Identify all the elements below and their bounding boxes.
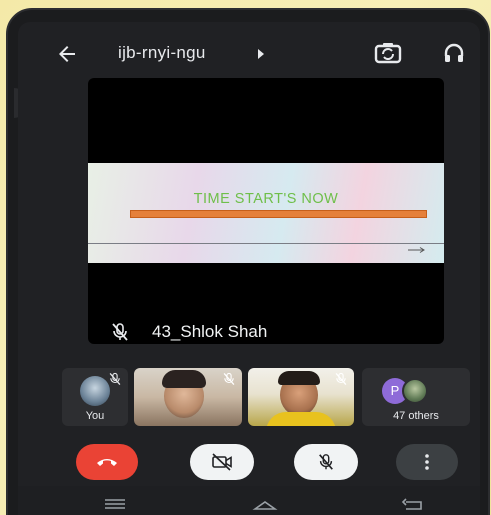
meeting-code[interactable]: ijb-rnyi-ngu	[118, 43, 206, 63]
self-tile[interactable]: You	[62, 368, 128, 426]
menu-icon[interactable]	[100, 494, 130, 514]
presenter-tile[interactable]: TIME START'S NOW 43_Shlok Shah	[88, 78, 444, 344]
top-bar: ijb-rnyi-ngu	[18, 22, 480, 82]
mic-off-icon	[109, 372, 121, 386]
mic-toggle-button[interactable]	[294, 444, 358, 480]
participant-tile[interactable]	[134, 368, 242, 426]
video-off-icon	[212, 453, 232, 471]
phone-hangup-icon	[97, 459, 117, 466]
mic-off-icon	[223, 372, 235, 386]
avatar	[80, 376, 110, 406]
participant-tile[interactable]	[248, 368, 354, 426]
more-options-button[interactable]	[396, 444, 458, 480]
self-label: You	[85, 410, 105, 422]
mic-off-icon	[112, 323, 128, 341]
participant-hair	[162, 370, 206, 388]
presenter-name: 43_Shlok Shah	[152, 322, 268, 341]
more-vertical-icon	[425, 454, 429, 470]
slide-arrow-icon	[408, 247, 425, 253]
slide-heading: TIME START'S NOW	[193, 191, 339, 207]
slide-progress-bar	[130, 210, 427, 218]
slide-divider	[88, 243, 444, 244]
system-nav-bar	[18, 486, 480, 515]
meet-call-screen: ijb-rnyi-ngu TIME START'S NOW 43_Shlok S…	[18, 22, 480, 515]
arrow-left-icon[interactable]	[54, 42, 80, 66]
headphones-icon[interactable]	[442, 41, 466, 65]
mic-off-icon	[335, 372, 347, 386]
others-tile[interactable]: P 47 others	[362, 368, 470, 426]
shared-slide: TIME START'S NOW	[88, 163, 444, 263]
camera-switch-icon[interactable]	[374, 42, 402, 64]
end-call-button[interactable]	[76, 444, 138, 480]
avatar	[402, 378, 428, 404]
phone-frame: ijb-rnyi-ngu TIME START'S NOW 43_Shlok S…	[6, 8, 490, 515]
others-count: 47 others	[393, 410, 439, 422]
participant-shirt	[266, 412, 336, 426]
camera-toggle-button[interactable]	[190, 444, 254, 480]
mic-off-icon	[319, 454, 333, 470]
back-icon[interactable]	[398, 494, 428, 514]
caret-right-icon[interactable]	[256, 48, 266, 60]
home-icon[interactable]	[250, 494, 280, 514]
participant-hair	[278, 371, 320, 385]
